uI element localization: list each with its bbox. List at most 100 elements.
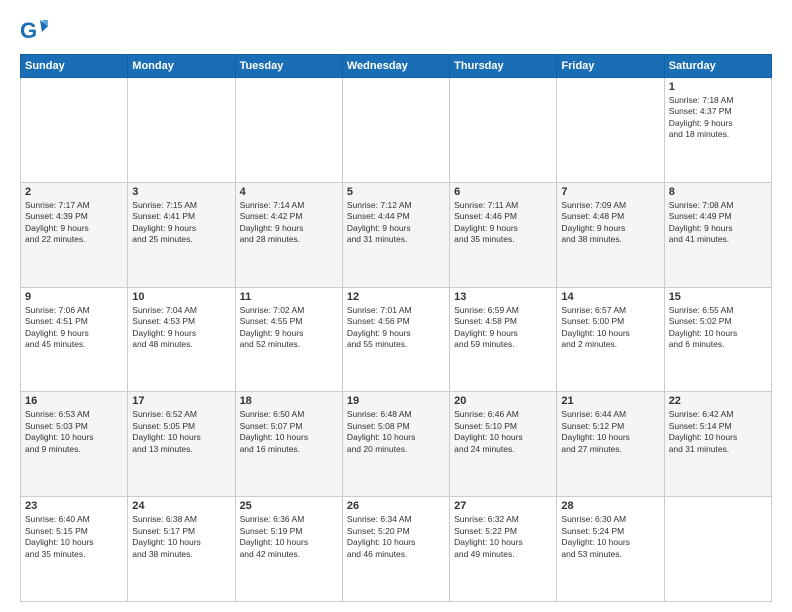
calendar-cell: 1 Sunrise: 7:18 AM Sunset: 4:37 PM Daylig…: [664, 78, 771, 183]
day-number: 27: [454, 500, 552, 512]
day-number: 22: [669, 395, 767, 407]
day-info: Sunrise: 6:36 AM Sunset: 5:19 PM Dayligh…: [240, 514, 338, 560]
calendar-cell: 13 Sunrise: 6:59 AM Sunset: 4:58 PM Dayli…: [450, 287, 557, 392]
calendar-cell: 11 Sunrise: 7:02 AM Sunset: 4:55 PM Dayli…: [235, 287, 342, 392]
calendar-cell: [342, 78, 449, 183]
calendar-cell: 18 Sunrise: 6:50 AM Sunset: 5:07 PM Dayli…: [235, 392, 342, 497]
day-number: 1: [669, 81, 767, 93]
calendar-week-row: 9 Sunrise: 7:06 AM Sunset: 4:51 PM Daylig…: [21, 287, 772, 392]
calendar-cell: 21 Sunrise: 6:44 AM Sunset: 5:12 PM Dayli…: [557, 392, 664, 497]
day-number: 25: [240, 500, 338, 512]
day-info: Sunrise: 7:04 AM Sunset: 4:53 PM Dayligh…: [132, 305, 230, 351]
calendar-cell: 20 Sunrise: 6:46 AM Sunset: 5:10 PM Dayli…: [450, 392, 557, 497]
day-number: 6: [454, 186, 552, 198]
day-info: Sunrise: 6:40 AM Sunset: 5:15 PM Dayligh…: [25, 514, 123, 560]
calendar-cell: 3 Sunrise: 7:15 AM Sunset: 4:41 PM Daylig…: [128, 182, 235, 287]
calendar-cell: [21, 78, 128, 183]
calendar-cell: [450, 78, 557, 183]
calendar-cell: 16Sunrise: 6:53 AM Sunset: 5:03 PM Dayli…: [21, 392, 128, 497]
calendar-cell: 6 Sunrise: 7:11 AM Sunset: 4:46 PM Daylig…: [450, 182, 557, 287]
calendar-cell: 10 Sunrise: 7:04 AM Sunset: 4:53 PM Dayli…: [128, 287, 235, 392]
day-info: Sunrise: 7:01 AM Sunset: 4:56 PM Dayligh…: [347, 305, 445, 351]
day-number: 4: [240, 186, 338, 198]
calendar-cell: [557, 78, 664, 183]
day-number: 24: [132, 500, 230, 512]
day-number: 2: [25, 186, 123, 198]
day-info: Sunrise: 7:15 AM Sunset: 4:41 PM Dayligh…: [132, 200, 230, 246]
calendar-cell: [664, 497, 771, 602]
day-info: Sunrise: 6:34 AM Sunset: 5:20 PM Dayligh…: [347, 514, 445, 560]
day-info: Sunrise: 7:09 AM Sunset: 4:48 PM Dayligh…: [561, 200, 659, 246]
weekday-header-tuesday: Tuesday: [235, 55, 342, 78]
calendar-cell: [128, 78, 235, 183]
day-number: 11: [240, 291, 338, 303]
calendar-cell: 5 Sunrise: 7:12 AM Sunset: 4:44 PM Daylig…: [342, 182, 449, 287]
day-info: Sunrise: 6:53 AM Sunset: 5:03 PM Dayligh…: [25, 409, 123, 455]
day-info: Sunrise: 6:46 AM Sunset: 5:10 PM Dayligh…: [454, 409, 552, 455]
calendar-week-row: 16Sunrise: 6:53 AM Sunset: 5:03 PM Dayli…: [21, 392, 772, 497]
calendar-week-row: 1 Sunrise: 7:18 AM Sunset: 4:37 PM Daylig…: [21, 78, 772, 183]
calendar-cell: 12 Sunrise: 7:01 AM Sunset: 4:56 PM Dayli…: [342, 287, 449, 392]
weekday-header-sunday: Sunday: [21, 55, 128, 78]
day-number: 17: [132, 395, 230, 407]
day-number: 12: [347, 291, 445, 303]
calendar-cell: 14 Sunrise: 6:57 AM Sunset: 5:00 PM Dayli…: [557, 287, 664, 392]
day-info: Sunrise: 6:42 AM Sunset: 5:14 PM Dayligh…: [669, 409, 767, 455]
weekday-header-wednesday: Wednesday: [342, 55, 449, 78]
day-info: Sunrise: 7:11 AM Sunset: 4:46 PM Dayligh…: [454, 200, 552, 246]
calendar-cell: 27Sunrise: 6:32 AM Sunset: 5:22 PM Dayli…: [450, 497, 557, 602]
calendar-cell: 26 Sunrise: 6:34 AM Sunset: 5:20 PM Dayli…: [342, 497, 449, 602]
day-info: Sunrise: 6:30 AM Sunset: 5:24 PM Dayligh…: [561, 514, 659, 560]
day-number: 13: [454, 291, 552, 303]
calendar-cell: 15 Sunrise: 6:55 AM Sunset: 5:02 PM Dayli…: [664, 287, 771, 392]
day-number: 15: [669, 291, 767, 303]
weekday-header-monday: Monday: [128, 55, 235, 78]
day-number: 14: [561, 291, 659, 303]
calendar-cell: 9 Sunrise: 7:06 AM Sunset: 4:51 PM Daylig…: [21, 287, 128, 392]
day-number: 18: [240, 395, 338, 407]
calendar-cell: [235, 78, 342, 183]
calendar-cell: 22 Sunrise: 6:42 AM Sunset: 5:14 PM Dayli…: [664, 392, 771, 497]
day-number: 10: [132, 291, 230, 303]
day-info: Sunrise: 7:12 AM Sunset: 4:44 PM Dayligh…: [347, 200, 445, 246]
day-number: 19: [347, 395, 445, 407]
calendar-cell: 17 Sunrise: 6:52 AM Sunset: 5:05 PM Dayli…: [128, 392, 235, 497]
calendar-cell: 25 Sunrise: 6:36 AM Sunset: 5:19 PM Dayli…: [235, 497, 342, 602]
weekday-header-saturday: Saturday: [664, 55, 771, 78]
day-info: Sunrise: 7:18 AM Sunset: 4:37 PM Dayligh…: [669, 95, 767, 141]
logo: G: [20, 16, 50, 44]
day-info: Sunrise: 6:38 AM Sunset: 5:17 PM Dayligh…: [132, 514, 230, 560]
day-info: Sunrise: 6:52 AM Sunset: 5:05 PM Dayligh…: [132, 409, 230, 455]
day-number: 5: [347, 186, 445, 198]
day-info: Sunrise: 7:17 AM Sunset: 4:39 PM Dayligh…: [25, 200, 123, 246]
day-number: 20: [454, 395, 552, 407]
svg-text:G: G: [20, 18, 37, 43]
day-number: 7: [561, 186, 659, 198]
day-number: 8: [669, 186, 767, 198]
calendar-cell: 8 Sunrise: 7:08 AM Sunset: 4:49 PM Daylig…: [664, 182, 771, 287]
day-info: Sunrise: 6:55 AM Sunset: 5:02 PM Dayligh…: [669, 305, 767, 351]
day-number: 28: [561, 500, 659, 512]
day-number: 3: [132, 186, 230, 198]
day-info: Sunrise: 6:44 AM Sunset: 5:12 PM Dayligh…: [561, 409, 659, 455]
day-number: 26: [347, 500, 445, 512]
calendar-cell: 2 Sunrise: 7:17 AM Sunset: 4:39 PM Daylig…: [21, 182, 128, 287]
calendar-week-row: 2 Sunrise: 7:17 AM Sunset: 4:39 PM Daylig…: [21, 182, 772, 287]
page: G SundayMondayTuesdayWednesdayThursdayFr…: [0, 0, 792, 612]
weekday-header-row: SundayMondayTuesdayWednesdayThursdayFrid…: [21, 55, 772, 78]
calendar-table: SundayMondayTuesdayWednesdayThursdayFrid…: [20, 54, 772, 602]
day-info: Sunrise: 7:06 AM Sunset: 4:51 PM Dayligh…: [25, 305, 123, 351]
calendar-cell: 7 Sunrise: 7:09 AM Sunset: 4:48 PM Daylig…: [557, 182, 664, 287]
day-info: Sunrise: 6:57 AM Sunset: 5:00 PM Dayligh…: [561, 305, 659, 351]
day-number: 21: [561, 395, 659, 407]
day-info: Sunrise: 7:02 AM Sunset: 4:55 PM Dayligh…: [240, 305, 338, 351]
calendar-cell: 28 Sunrise: 6:30 AM Sunset: 5:24 PM Dayli…: [557, 497, 664, 602]
day-number: 9: [25, 291, 123, 303]
day-info: Sunrise: 6:59 AM Sunset: 4:58 PM Dayligh…: [454, 305, 552, 351]
day-info: Sunrise: 6:50 AM Sunset: 5:07 PM Dayligh…: [240, 409, 338, 455]
day-info: Sunrise: 7:08 AM Sunset: 4:49 PM Dayligh…: [669, 200, 767, 246]
calendar-cell: 19Sunrise: 6:48 AM Sunset: 5:08 PM Dayli…: [342, 392, 449, 497]
logo-icon: G: [20, 16, 48, 44]
calendar-cell: 23Sunrise: 6:40 AM Sunset: 5:15 PM Dayli…: [21, 497, 128, 602]
day-info: Sunrise: 7:14 AM Sunset: 4:42 PM Dayligh…: [240, 200, 338, 246]
